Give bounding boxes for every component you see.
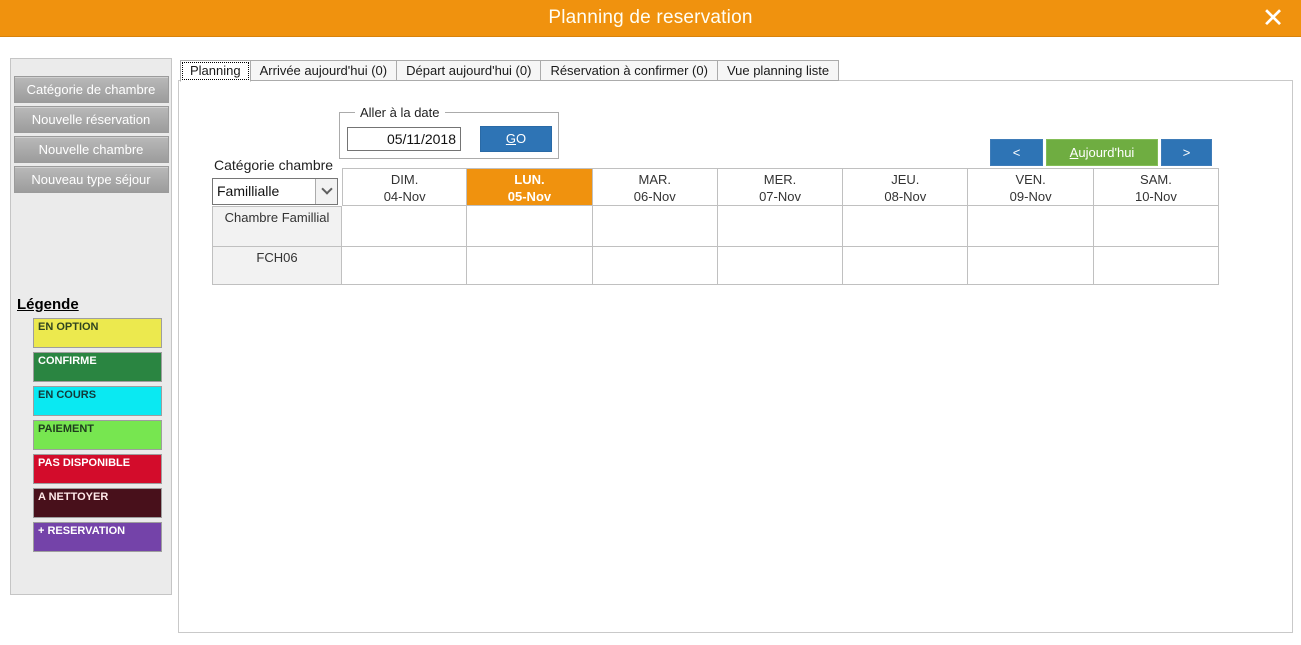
legend-item-pas-disponible: PAS DISPONIBLE <box>33 454 162 484</box>
legend-item-en-option: EN OPTION <box>33 318 162 348</box>
prev-week-button[interactable]: < <box>990 139 1043 166</box>
title-bar: Planning de reservation ✕ <box>0 0 1301 37</box>
legend-item-confirme: CONFIRME <box>33 352 162 382</box>
planning-cell[interactable] <box>718 247 843 285</box>
row-label-fch06: FCH06 <box>212 247 342 285</box>
planning-cell[interactable] <box>342 206 467 247</box>
planning-cell[interactable] <box>968 247 1093 285</box>
tab-vue-planning-liste[interactable]: Vue planning liste <box>717 60 839 81</box>
grid-corner <box>212 168 342 206</box>
tab-planning[interactable]: Planning <box>180 60 251 82</box>
day-header-mar: MAR. 06-Nov <box>593 168 718 206</box>
date-input[interactable] <box>347 127 461 151</box>
planning-cell[interactable] <box>843 247 968 285</box>
tab-arrivee-aujourdhui[interactable]: Arrivée aujourd'hui (0) <box>250 60 398 81</box>
tab-bar: Planning Arrivée aujourd'hui (0) Départ … <box>180 60 838 82</box>
day-header-mer: MER. 07-Nov <box>718 168 843 206</box>
planning-cell[interactable] <box>593 206 718 247</box>
legend: EN OPTION CONFIRME EN COURS PAIEMENT PAS… <box>33 318 162 556</box>
goto-date-group: Aller à la date GO <box>339 105 559 159</box>
legend-item-paiement: PAIEMENT <box>33 420 162 450</box>
planning-cell[interactable] <box>593 247 718 285</box>
day-header-jeu: JEU. 08-Nov <box>843 168 968 206</box>
planning-panel: Aller à la date GO < Aujourd'hui > Catég… <box>178 80 1293 633</box>
nouvelle-chambre-button[interactable]: Nouvelle chambre <box>14 136 169 163</box>
day-header-lun-today: LUN. 05-Nov <box>467 168 592 206</box>
nouveau-type-sejour-button[interactable]: Nouveau type séjour <box>14 166 169 193</box>
go-button[interactable]: GO <box>480 126 552 152</box>
row-label-chambre-famillial: Chambre Famillial <box>212 206 342 247</box>
planning-cell[interactable] <box>843 206 968 247</box>
today-button[interactable]: Aujourd'hui <box>1046 139 1158 166</box>
day-header-ven: VEN. 09-Nov <box>968 168 1093 206</box>
tab-reservation-a-confirmer[interactable]: Réservation à confirmer (0) <box>540 60 718 81</box>
planning-cell[interactable] <box>1094 206 1219 247</box>
legend-item-en-cours: EN COURS <box>33 386 162 416</box>
planning-cell[interactable] <box>467 247 592 285</box>
nouvelle-reservation-button[interactable]: Nouvelle réservation <box>14 106 169 133</box>
tab-depart-aujourdhui[interactable]: Départ aujourd'hui (0) <box>396 60 541 81</box>
planning-cell[interactable] <box>1094 247 1219 285</box>
legend-item-a-nettoyer: A NETTOYER <box>33 488 162 518</box>
day-header-dim: DIM. 04-Nov <box>342 168 467 206</box>
window-title: Planning de reservation <box>548 7 752 29</box>
close-icon[interactable]: ✕ <box>1253 0 1293 37</box>
planning-cell[interactable] <box>718 206 843 247</box>
planning-cell[interactable] <box>467 206 592 247</box>
category-chambre-button[interactable]: Catégorie de chambre <box>14 76 169 103</box>
legend-item-plus-reservation: + RESERVATION <box>33 522 162 552</box>
main-area: Planning Arrivée aujourd'hui (0) Départ … <box>178 60 1293 633</box>
goto-date-label: Aller à la date <box>355 105 445 120</box>
next-week-button[interactable]: > <box>1161 139 1212 166</box>
sidebar: Catégorie de chambre Nouvelle réservatio… <box>10 58 172 595</box>
reservation-planning-window: Planning de reservation ✕ Catégorie de c… <box>0 0 1301 645</box>
day-header-sam: SAM. 10-Nov <box>1094 168 1219 206</box>
planning-cell[interactable] <box>342 247 467 285</box>
planning-cell[interactable] <box>968 206 1093 247</box>
planning-grid: DIM. 04-Nov LUN. 05-Nov MAR. 06-Nov MER.… <box>212 168 1219 285</box>
legend-title: Légende <box>17 296 79 313</box>
